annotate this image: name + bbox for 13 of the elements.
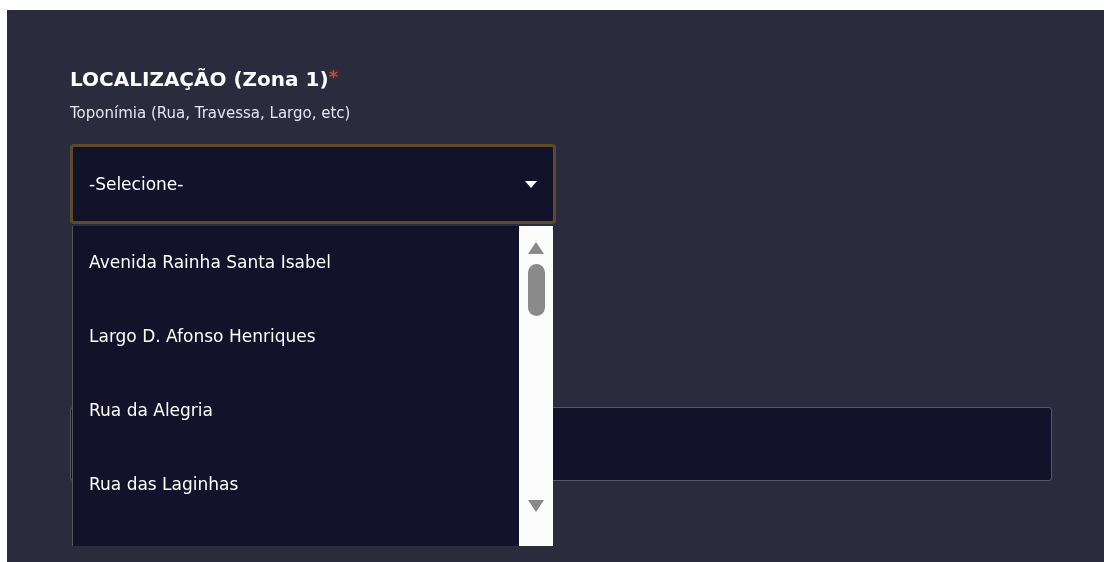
scrollbar[interactable] <box>519 226 553 546</box>
scroll-down-icon[interactable] <box>528 500 544 512</box>
required-mark: * <box>328 66 339 87</box>
caret-icon <box>525 180 537 188</box>
dropdown-option[interactable]: Avenida Rainha Santa Isabel <box>73 226 519 300</box>
section-subtitle: Toponímia (Rua, Travessa, Largo, etc) <box>70 104 352 122</box>
dropdown-option[interactable]: Largo D. Afonso Henriques <box>73 300 519 374</box>
scroll-up-icon[interactable] <box>528 242 544 254</box>
section-title: LOCALIZAÇÃO (Zona 1) <box>70 66 329 92</box>
scrollbar-thumb[interactable] <box>527 264 545 316</box>
dropdown-option[interactable]: Rua da Alegria <box>73 374 519 448</box>
dropdown-option[interactable]: Rua das Laginhas <box>73 448 519 522</box>
street-select[interactable]: -Selecione- <box>70 144 556 224</box>
